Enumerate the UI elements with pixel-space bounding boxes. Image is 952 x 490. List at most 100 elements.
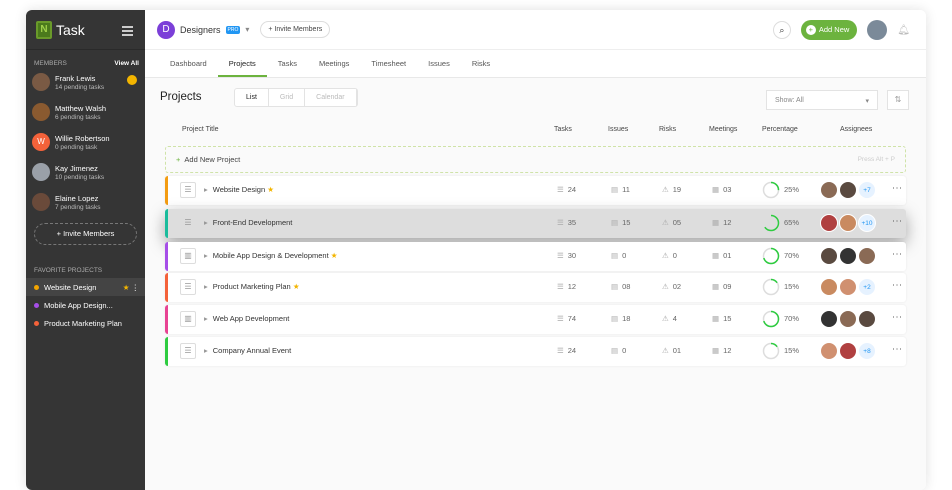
sort-icon[interactable]: ⇅ [887,90,909,110]
avatar [839,310,857,328]
risks-icon: ⚠ [662,346,669,355]
project-name[interactable]: ▸ Website Design ★ [204,185,274,194]
view-list[interactable]: List [235,88,269,106]
star-icon[interactable]: ★ [291,282,300,291]
project-row[interactable]: ▥ ▸ Web App Development ☰ 74 ▤ 18 ⚠ 4 ▦ 15 70% ⋮ [165,305,906,334]
tab-timesheet[interactable]: Timesheet [360,50,417,77]
tab-risks[interactable]: Risks [461,50,501,77]
tasks-count: 24 [567,346,577,355]
tab-tasks[interactable]: Tasks [267,50,308,77]
more-assignees-badge[interactable]: +2 [858,278,876,296]
member-item[interactable]: W Willie Robertson 0 pending task [26,127,145,157]
project-name[interactable]: ▸ Company Annual Event [204,346,291,355]
project-row[interactable]: ☰ ▸ Product Marketing Plan ★ ☰ 12 ▤ 08 ⚠ 02 ▦ 09 15… [165,273,906,302]
tab-dashboard[interactable]: Dashboard [159,50,218,77]
favorite-project[interactable]: Product Marketing Plan [26,314,145,332]
project-name[interactable]: ▸ Product Marketing Plan ★ [204,282,300,291]
assignees[interactable] [820,310,877,328]
invite-members-button[interactable]: + Invite Members [260,21,331,38]
favorite-project[interactable]: Website Design ★ ⋮ [26,278,145,296]
member-item[interactable]: Elaine Lopez 7 pending tasks [26,187,145,217]
member-item[interactable]: Kay Jimenez 10 pending tasks [26,157,145,187]
project-row[interactable]: ☰ ▸ Website Design ★ ☰ 24 ▤ 11 ⚠ 19 ▦ 03 25% +7 ⋮ [165,176,906,205]
more-options-icon[interactable]: ⋮ [891,216,902,226]
tab-issues[interactable]: Issues [417,50,461,77]
more-options-icon[interactable]: ⋮ [891,312,902,322]
meetings-count: 03 [723,185,732,194]
project-row[interactable]: ☰ ▸ Front-End Development ☰ 35 ▤ 15 ⚠ 05 ▦ 12 65% +1… [165,209,906,238]
show-filter-select[interactable]: Show: All ▾ [766,90,878,110]
menu-icon[interactable] [122,26,133,38]
more-assignees-badge[interactable]: +7 [858,181,876,199]
workspace-avatar[interactable]: D [157,20,175,39]
more-assignees-badge[interactable]: +8 [858,342,876,360]
progress-ring [762,278,780,296]
favorite-project[interactable]: Mobile App Design... [26,296,145,314]
risks-count: 19 [672,185,682,194]
project-name[interactable]: ▸ Web App Development [204,314,289,323]
avatar [32,163,50,181]
tab-meetings[interactable]: Meetings [308,50,360,77]
assignees[interactable]: +8 [820,342,877,360]
assignees[interactable] [820,247,877,265]
column-header: Project Title [182,126,219,133]
invite-members-button[interactable]: + Invite Members [34,223,137,245]
workspace-name[interactable]: Designers [180,25,221,35]
search-icon[interactable]: ⌕ [772,21,791,39]
avatar [820,247,838,265]
star-icon[interactable]: ★ [265,185,274,194]
issues-count: 18 [622,314,631,323]
list-icon: ☰ [180,343,196,359]
star-icon[interactable]: ★ ⋮ [123,283,139,292]
view-calendar[interactable]: Calendar [305,88,357,106]
calendar-icon: ▦ [712,251,720,260]
more-options-icon[interactable]: ⋮ [891,280,902,290]
member-item[interactable]: Frank Lewis 14 pending tasks [26,67,145,97]
main: D Designers PRO ▾ + Invite Members ⌕ + Ad… [145,10,926,490]
tab-projects[interactable]: Projects [217,50,267,77]
issues-count: 11 [622,185,630,194]
project-row[interactable]: ☰ ▸ Company Annual Event ☰ 24 ▤ 0 ⚠ 01 ▦ 12 15% +8 ⋮ [165,337,906,366]
issues-icon: ▤ [611,218,619,227]
project-color-dot [34,302,39,308]
tasks-icon: ☰ [557,314,564,323]
more-options-icon[interactable]: ⋮ [891,249,902,259]
avatar [839,247,857,265]
issues-count: 15 [622,218,631,227]
project-row[interactable]: ▥ ▸ Mobile App Design & Development ★ ☰ 30 ▤ 0… [165,242,906,271]
favorites-label: FAVORITE PROJECTS [34,267,103,274]
assignees[interactable]: +2 [820,278,877,296]
sidebar: N Task MEMBERS View All Frank Lewis 14 pend… [26,10,145,490]
bell-icon[interactable]: 🔔︎ [897,25,910,36]
tasks-icon: ☰ [557,185,564,194]
view-all-link[interactable]: View All [114,60,139,67]
assignees[interactable]: +7 [820,181,877,199]
member-tasks: 7 pending tasks [55,203,101,211]
more-options-icon[interactable]: ⋮ [891,183,902,193]
member-item[interactable]: Matthew Walsh 6 pending tasks [26,97,145,127]
project-name[interactable]: ▸ Front-End Development [204,218,292,227]
add-new-button[interactable]: + Add New [800,20,858,40]
view-grid[interactable]: Grid [269,88,306,106]
avatar [839,181,857,199]
percentage-text: 70% [784,314,800,323]
tasks-count: 35 [567,218,577,227]
more-options-icon[interactable]: ⋮ [891,344,902,354]
tabs: Dashboard Projects Tasks Meetings Timesheet I… [145,50,926,78]
star-icon[interactable]: ★ [329,251,338,260]
user-avatar[interactable] [867,20,888,40]
avatar [858,247,876,265]
issues-icon: ▤ [611,314,619,323]
member-name: Elaine Lopez [55,193,99,203]
more-assignees-badge[interactable]: +10 [858,214,876,232]
chevron-down-icon[interactable]: ▾ [245,25,249,34]
add-new-project[interactable]: + Add New Project Press Alt + P [165,146,906,173]
assignees[interactable]: +10 [820,214,877,232]
meetings-count: 15 [723,314,732,323]
member-tasks: 6 pending tasks [55,113,101,121]
meetings-count: 09 [723,282,732,291]
project-name[interactable]: ▸ Mobile App Design & Development ★ [204,251,337,260]
risks-count: 01 [672,346,682,355]
member-tasks: 14 pending tasks [55,83,105,91]
tasks-count: 12 [567,282,577,291]
